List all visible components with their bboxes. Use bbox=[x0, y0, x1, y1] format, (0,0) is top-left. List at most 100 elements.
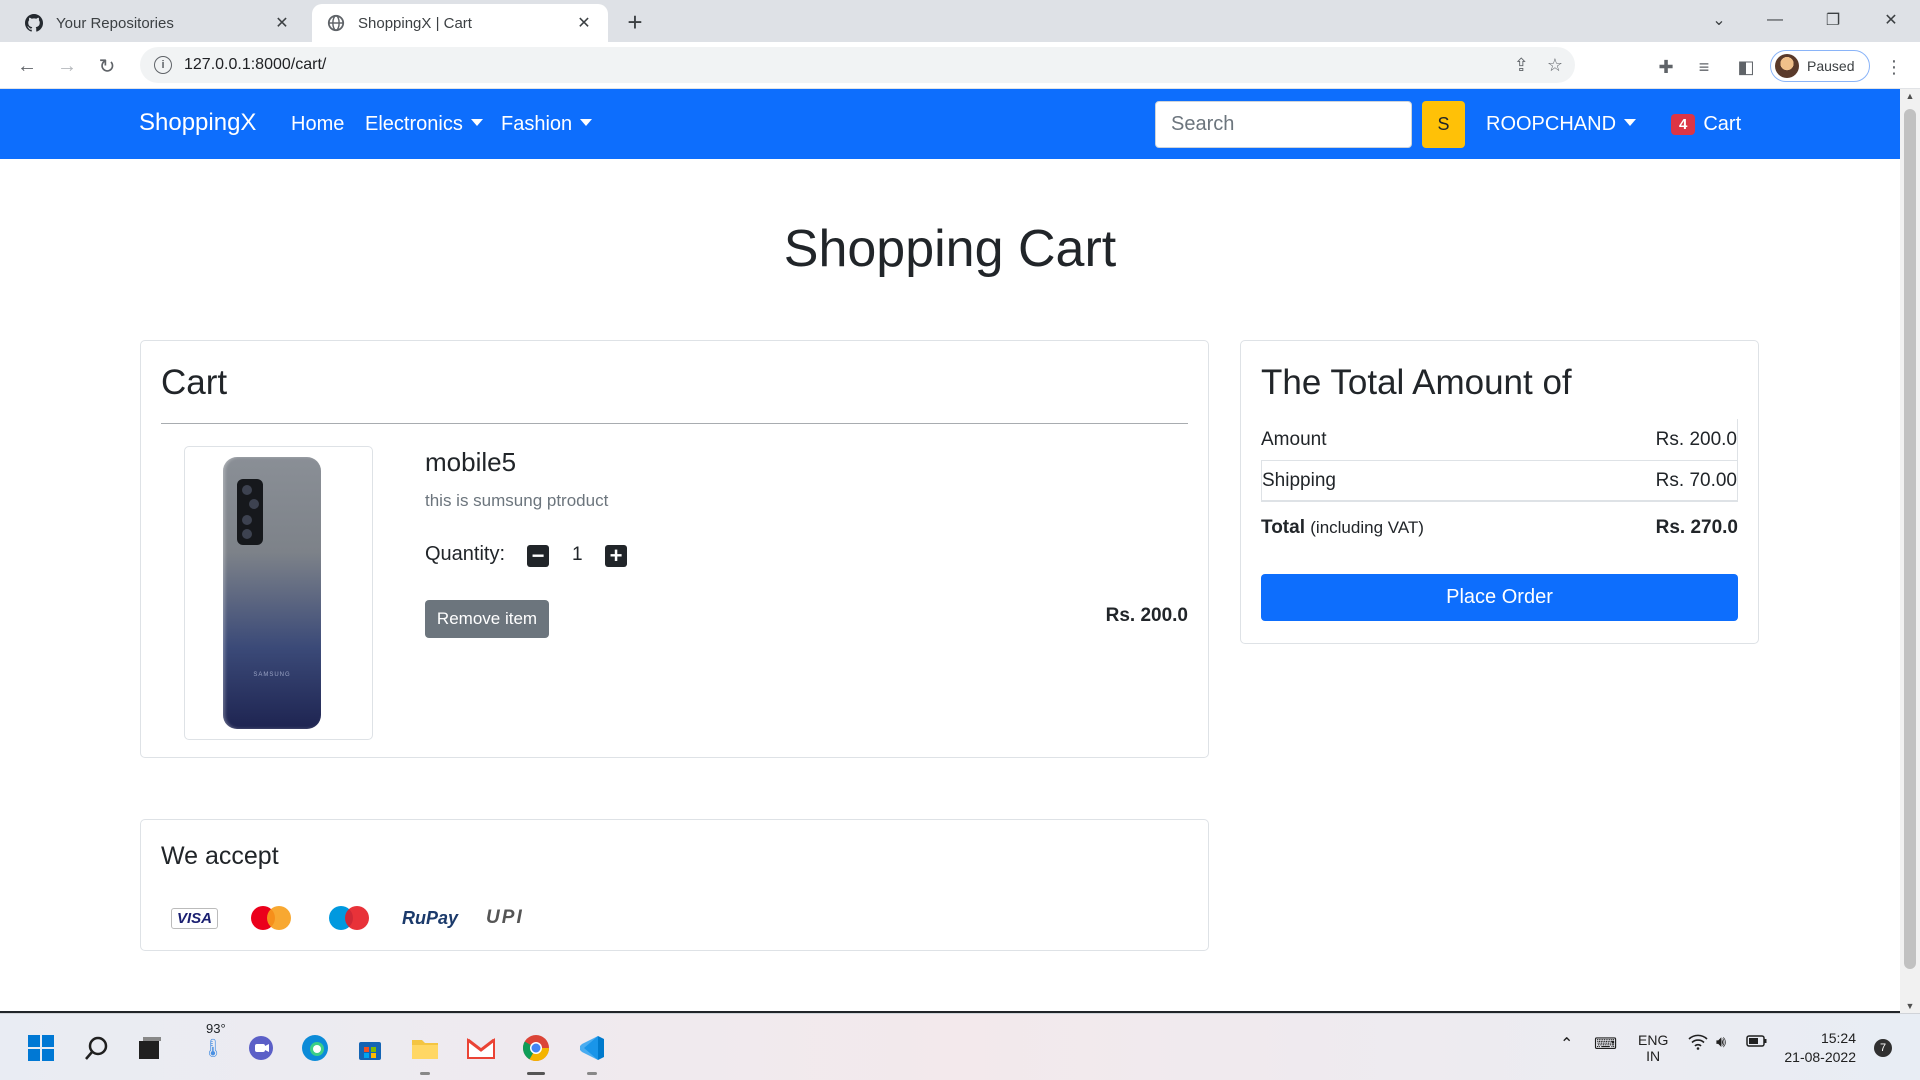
clock[interactable]: 15:24 21-08-2022 bbox=[1784, 1029, 1856, 1067]
cart-heading: Cart bbox=[161, 363, 228, 402]
search-button[interactable]: S bbox=[1422, 101, 1465, 148]
forward-icon[interactable]: → bbox=[52, 51, 82, 81]
close-icon[interactable]: ✕ bbox=[272, 13, 292, 33]
tab-search-icon[interactable]: ⌄ bbox=[1696, 0, 1742, 40]
active-indicator bbox=[527, 1072, 545, 1075]
store-icon[interactable] bbox=[353, 1031, 387, 1065]
running-indicator bbox=[420, 1072, 430, 1075]
summary-label: Amount bbox=[1261, 428, 1327, 450]
nav-home[interactable]: Home bbox=[291, 113, 344, 136]
extensions-icon[interactable]: ✚ bbox=[1654, 55, 1678, 79]
nav-label: Fashion bbox=[501, 113, 573, 135]
search-icon[interactable] bbox=[80, 1031, 114, 1065]
info-icon[interactable]: i bbox=[154, 56, 172, 74]
upi-logo: UPI bbox=[486, 907, 524, 928]
back-icon[interactable]: ← bbox=[12, 51, 42, 81]
language-indicator[interactable]: ENG IN bbox=[1638, 1032, 1668, 1064]
quantity-label: Quantity: bbox=[425, 543, 506, 565]
nav-cart-link[interactable]: 4 Cart bbox=[1671, 113, 1741, 136]
clock-date: 21-08-2022 bbox=[1784, 1049, 1856, 1065]
menu-icon[interactable]: ⋮ bbox=[1882, 55, 1906, 79]
edge-browser-icon[interactable] bbox=[298, 1031, 332, 1065]
summary-row-shipping: Shipping Rs. 70.00 bbox=[1261, 460, 1737, 501]
summary-list: Amount Rs. 200.0 Shipping Rs. 70.00 bbox=[1261, 419, 1738, 502]
cart-label: Cart bbox=[1703, 113, 1742, 135]
chrome-icon[interactable] bbox=[519, 1031, 553, 1065]
summary-value: Rs. 70.00 bbox=[1655, 469, 1737, 491]
lang-top: ENG bbox=[1638, 1032, 1669, 1048]
close-window-icon[interactable]: ✕ bbox=[1868, 0, 1914, 40]
url-text: 127.0.0.1:8000/cart/ bbox=[184, 56, 327, 73]
keyboard-icon[interactable]: ⌨ bbox=[1594, 1034, 1617, 1054]
increase-quantity-button[interactable]: + bbox=[605, 545, 627, 567]
notification-badge[interactable]: 7 bbox=[1874, 1039, 1892, 1057]
item-price: Rs. 200.0 bbox=[1105, 605, 1188, 626]
brand-logo[interactable]: ShoppingX bbox=[139, 109, 256, 137]
summary-label: Shipping bbox=[1262, 469, 1336, 491]
running-indicator bbox=[587, 1072, 597, 1075]
payment-methods-card: We accept VISA RuPay UPI bbox=[140, 819, 1209, 951]
accept-heading: We accept bbox=[161, 842, 279, 870]
teams-chat-icon[interactable] bbox=[244, 1031, 278, 1065]
site-navbar: ShoppingX Home Electronics Fashion S ROO… bbox=[0, 89, 1900, 159]
caret-down-icon bbox=[580, 119, 593, 126]
user-name: ROOPCHAND bbox=[1486, 113, 1617, 135]
media-control-icon[interactable]: ≡ bbox=[1692, 55, 1716, 79]
weather-widget[interactable]: 93° 🌡 bbox=[196, 1021, 230, 1065]
summary-value: Rs. 200.0 bbox=[1655, 428, 1737, 450]
battery-icon[interactable] bbox=[1746, 1034, 1768, 1053]
maestro-logo bbox=[324, 906, 374, 930]
task-view-icon[interactable] bbox=[133, 1031, 167, 1065]
tab-title: ShoppingX | Cart bbox=[358, 14, 472, 32]
user-menu-dropdown[interactable]: ROOPCHAND bbox=[1486, 113, 1637, 136]
cart-count-badge: 4 bbox=[1671, 114, 1696, 135]
page-title: Shopping Cart bbox=[783, 220, 1117, 278]
gmail-icon[interactable] bbox=[464, 1031, 498, 1065]
restore-icon[interactable]: ❐ bbox=[1810, 0, 1856, 40]
show-hidden-icons[interactable]: ⌃ bbox=[1560, 1034, 1573, 1054]
quantity-value: 1 bbox=[572, 544, 583, 565]
vscode-icon[interactable] bbox=[575, 1031, 609, 1065]
caret-down-icon bbox=[470, 119, 483, 126]
minimize-icon[interactable]: — bbox=[1752, 0, 1798, 40]
tab-title: Your Repositories bbox=[56, 14, 174, 32]
close-icon[interactable]: ✕ bbox=[574, 13, 594, 33]
total-note: (including VAT) bbox=[1310, 518, 1424, 537]
scroll-up-icon[interactable]: ▲ bbox=[1905, 91, 1915, 101]
windows-taskbar: 93° 🌡 ⌃ ⌨ ENG IN 🔊︎ 15:24 21-08-2022 7 bbox=[0, 1013, 1920, 1080]
avatar bbox=[1775, 54, 1799, 78]
payment-logos: VISA RuPay UPI bbox=[171, 906, 524, 930]
thermometer-icon: 🌡 bbox=[201, 1037, 225, 1058]
tab-your-repositories[interactable]: Your Repositories ✕ bbox=[10, 4, 306, 42]
order-summary-card: The Total Amount of Amount Rs. 200.0 Shi… bbox=[1240, 340, 1759, 644]
nav-fashion-dropdown[interactable]: Fashion bbox=[501, 113, 593, 136]
search-input[interactable] bbox=[1155, 101, 1412, 148]
remove-item-button[interactable]: Remove item bbox=[425, 600, 549, 638]
scrollbar-thumb[interactable] bbox=[1904, 109, 1916, 969]
brand-print: SAMSUNG bbox=[253, 672, 291, 678]
file-explorer-icon[interactable] bbox=[408, 1031, 442, 1065]
bookmark-star-icon[interactable]: ☆ bbox=[1547, 55, 1563, 76]
caret-down-icon bbox=[1624, 119, 1637, 126]
divider bbox=[161, 423, 1188, 424]
wifi-icon[interactable] bbox=[1688, 1034, 1708, 1055]
new-tab-button[interactable]: + bbox=[620, 8, 650, 38]
rupay-logo: RuPay bbox=[402, 907, 459, 928]
reload-icon[interactable]: ↻ bbox=[92, 51, 122, 81]
place-order-button[interactable]: Place Order bbox=[1261, 574, 1738, 621]
camera-module bbox=[237, 479, 263, 545]
tab-shoppingx-cart[interactable]: ShoppingX | Cart ✕ bbox=[312, 4, 608, 42]
windows-start-icon[interactable] bbox=[24, 1031, 58, 1065]
share-icon[interactable]: ⇪ bbox=[1514, 55, 1529, 76]
profile-button[interactable]: Paused bbox=[1770, 50, 1870, 82]
address-bar[interactable]: i 127.0.0.1:8000/cart/ ⇪ ☆ bbox=[140, 47, 1575, 83]
page-scrollbar[interactable]: ▲ ▼ bbox=[1900, 89, 1920, 1013]
nav-electronics-dropdown[interactable]: Electronics bbox=[365, 113, 483, 136]
scroll-down-icon[interactable]: ▼ bbox=[1905, 1001, 1915, 1011]
side-panel-icon[interactable]: ◧ bbox=[1734, 55, 1758, 79]
total-value: Rs. 270.0 bbox=[1655, 517, 1738, 538]
lang-bottom: IN bbox=[1646, 1048, 1661, 1064]
volume-icon[interactable]: 🔊︎ bbox=[1716, 1034, 1726, 1052]
summary-heading: The Total Amount of bbox=[1261, 363, 1572, 402]
decrease-quantity-button[interactable]: − bbox=[527, 545, 549, 567]
